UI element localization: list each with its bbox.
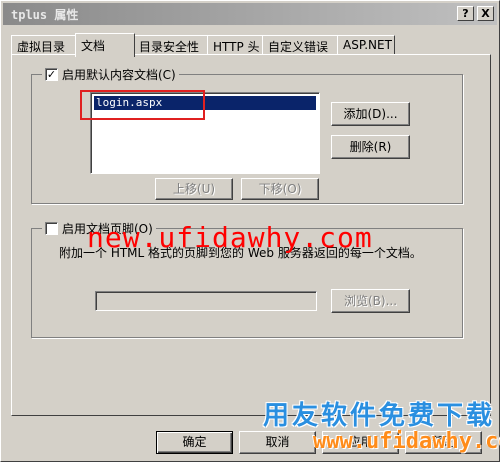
- move-up-button[interactable]: 上移(U): [155, 178, 233, 200]
- tab-documents[interactable]: 文档: [75, 33, 135, 57]
- move-down-button[interactable]: 下移(O): [241, 178, 319, 200]
- footer-path-field[interactable]: [95, 291, 317, 311]
- tab-aspnet[interactable]: ASP.NET: [337, 35, 395, 55]
- highlight-box: [80, 90, 205, 120]
- ok-button[interactable]: 确定: [156, 431, 233, 454]
- remove-document-button[interactable]: 删除(R): [331, 135, 410, 159]
- watermark-url-orange: www.ufidawhy.com: [313, 429, 500, 454]
- enable-default-document-label: 启用默认内容文档(C): [62, 68, 176, 82]
- window-title: tplus 属性: [11, 8, 79, 22]
- default-document-legend: ✓ 启用默认内容文档(C): [42, 66, 179, 83]
- browse-button[interactable]: 浏览(B)...: [331, 289, 410, 313]
- tab-http-headers[interactable]: HTTP 头: [207, 35, 264, 55]
- enable-footer-checkbox[interactable]: [45, 222, 58, 235]
- enable-default-document-checkbox[interactable]: ✓: [45, 68, 58, 81]
- cancel-button[interactable]: 取消: [239, 431, 316, 454]
- close-title-button[interactable]: X: [477, 6, 494, 21]
- title-bar: tplus 属性 ? X: [3, 3, 497, 25]
- help-title-button[interactable]: ?: [457, 6, 474, 21]
- tab-custom-errors[interactable]: 自定义错误: [262, 35, 339, 55]
- add-document-button[interactable]: 添加(D)...: [331, 102, 410, 126]
- watermark-brand: 用友软件免费下载: [263, 401, 496, 431]
- tab-directory-security[interactable]: 目录安全性: [133, 35, 209, 55]
- tab-virtual-directory[interactable]: 虚拟目录: [11, 35, 77, 55]
- watermark-url-red: new.ufidawhy.com: [87, 221, 373, 254]
- properties-dialog: tplus 属性 ? X 虚拟目录 文档 目录安全性 HTTP 头 自定义错误 …: [0, 0, 500, 462]
